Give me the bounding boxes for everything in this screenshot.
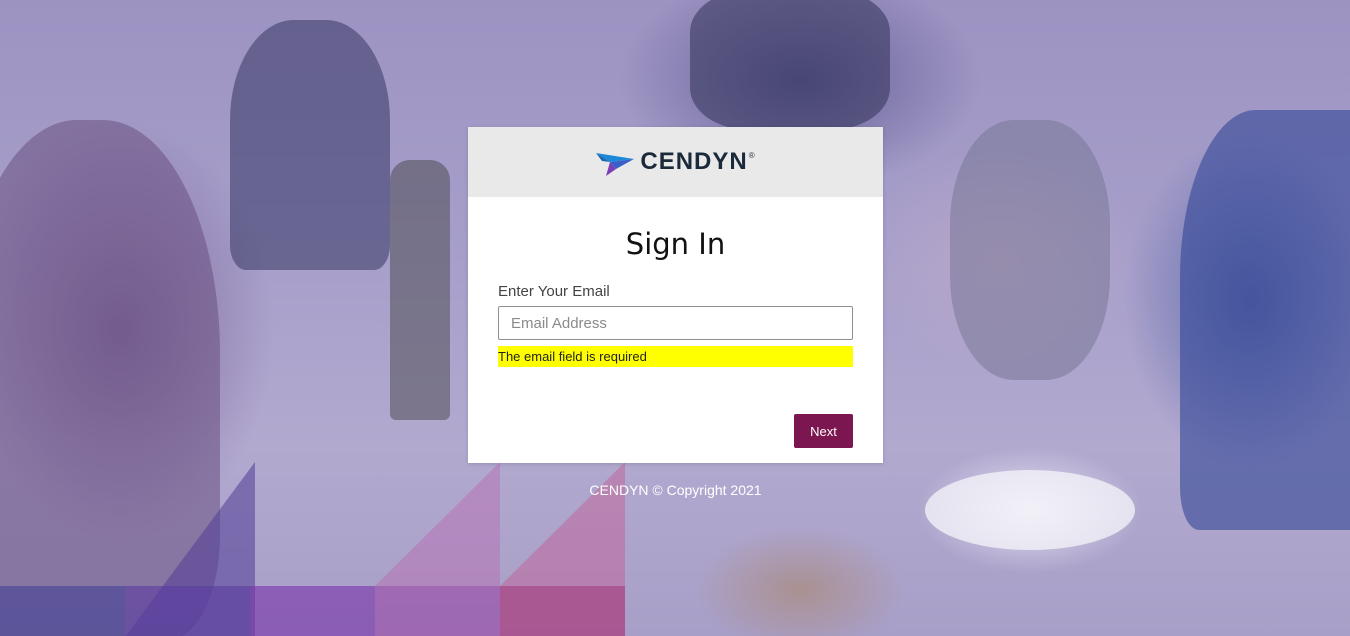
logo-wordmark: CENDYN <box>640 148 748 175</box>
cendyn-arrow-icon <box>596 153 635 176</box>
background-plate <box>925 470 1135 550</box>
decorative-triangle <box>375 462 500 586</box>
copyright-text: CENDYN © Copyright 2021 <box>589 482 762 498</box>
decorative-block <box>375 586 500 636</box>
background-person <box>230 20 390 270</box>
email-field[interactable] <box>498 306 853 340</box>
card-header: CENDYN ® <box>468 127 883 197</box>
decorative-triangle <box>500 462 625 586</box>
signin-card: CENDYN ® Sign In Enter Your Email The em… <box>468 127 883 463</box>
background-person <box>950 120 1110 380</box>
background-bottle <box>390 160 450 420</box>
email-error-message: The email field is required <box>498 346 853 367</box>
page-title: Sign In <box>625 227 726 261</box>
decorative-block <box>500 586 625 636</box>
background-person <box>690 0 890 130</box>
background-person <box>1180 110 1350 530</box>
decorative-block <box>250 586 375 636</box>
decorative-block <box>0 586 125 636</box>
cendyn-logo: CENDYN ® <box>596 147 755 177</box>
card-body: Sign In Enter Your Email The email field… <box>468 227 883 448</box>
next-button[interactable]: Next <box>794 414 853 448</box>
registered-mark: ® <box>748 151 755 160</box>
decorative-block <box>125 586 250 636</box>
email-label: Enter Your Email <box>498 283 610 300</box>
